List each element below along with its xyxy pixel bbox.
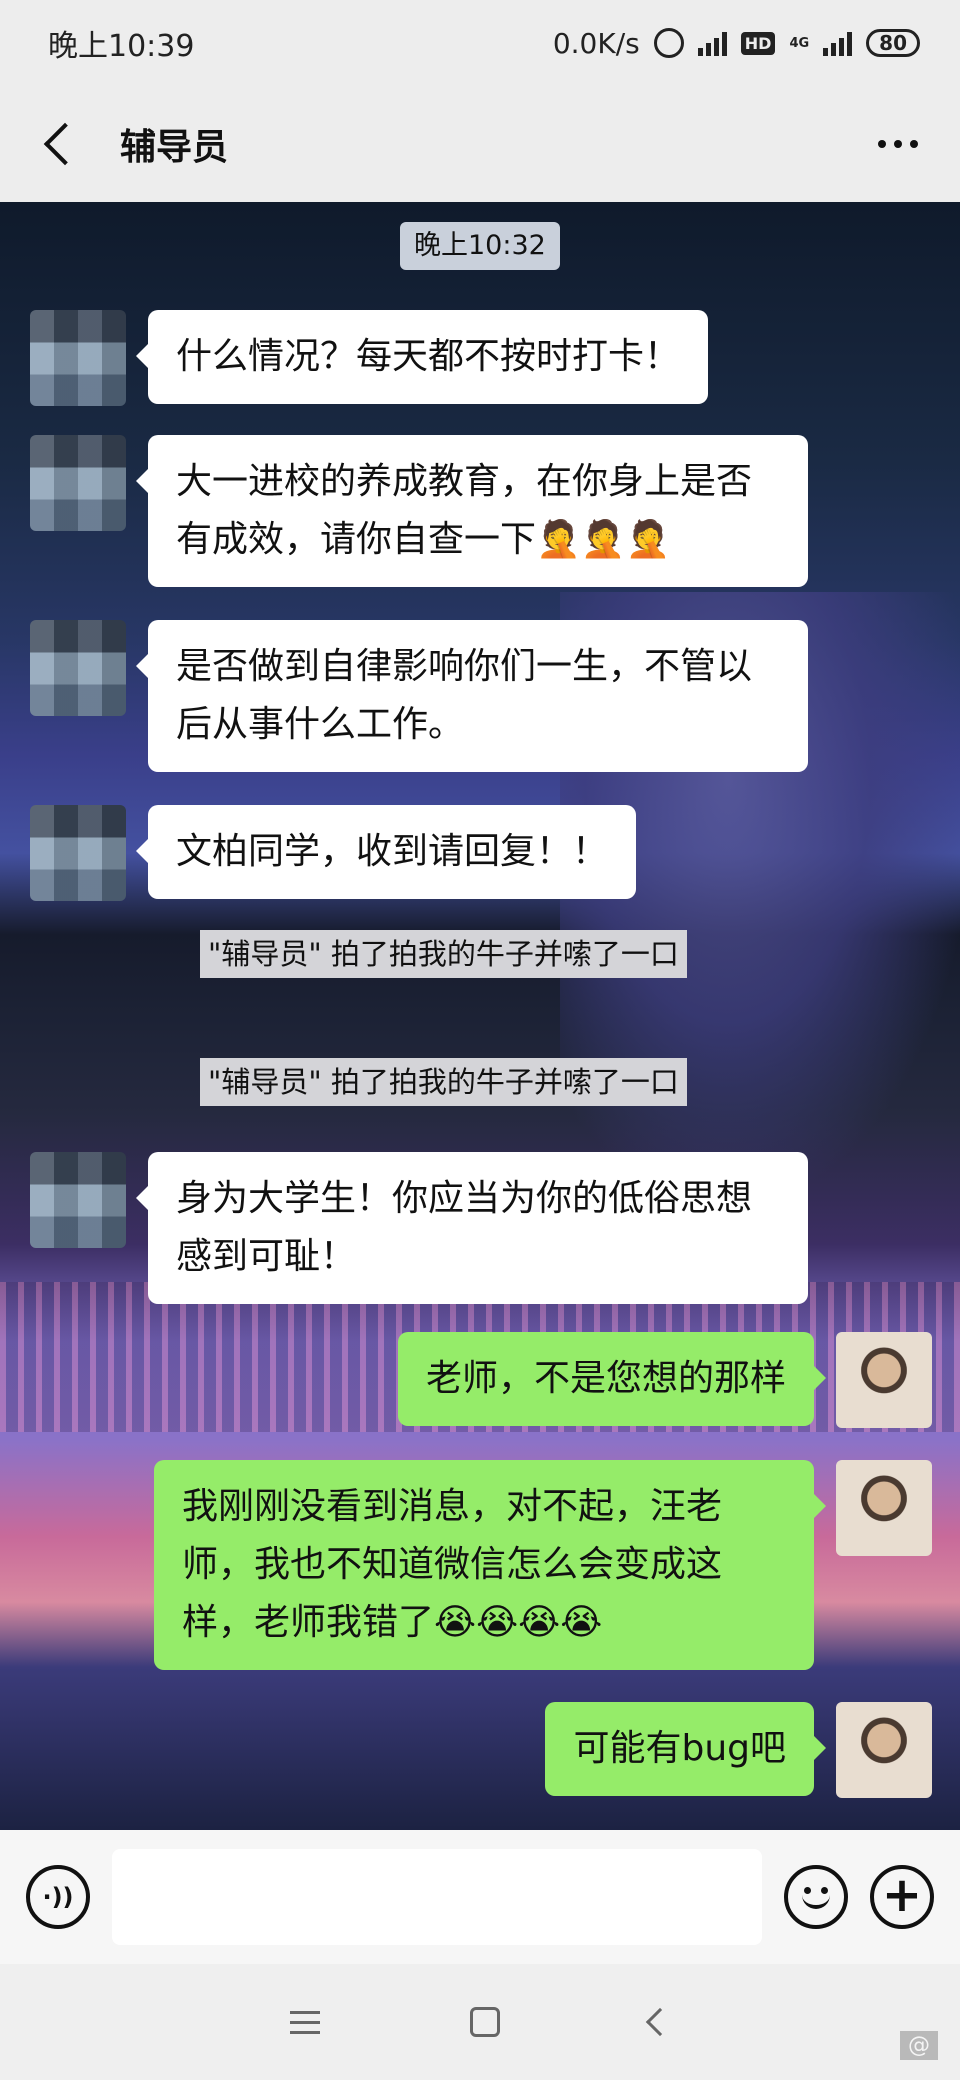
home-icon[interactable]: [470, 2007, 500, 2037]
message-row: 我刚刚没看到消息，对不起，汪老师，我也不知道微信怎么会变成这样，老师我错了😭😭😭…: [154, 1460, 932, 1670]
chat-area[interactable]: 晚上10:32 什么情况？每天都不按时打卡！ 大一进校的养成教育，在你身上是否有…: [0, 202, 960, 1830]
message-row: 可能有bug吧: [545, 1702, 932, 1798]
nav-back-icon[interactable]: [645, 2007, 675, 2037]
emoji-icon[interactable]: [784, 1865, 848, 1929]
message-row: 老师，不是您想的那样: [397, 1332, 932, 1428]
message-row: 身为大学生！你应当为你的低俗思想感到可耻！: [30, 1152, 808, 1304]
contact-avatar[interactable]: [30, 620, 126, 716]
chat-header: 辅导员: [0, 86, 960, 202]
message-bubble[interactable]: 什么情况？每天都不按时打卡！: [135, 310, 709, 404]
network-type: 4G: [789, 35, 810, 51]
message-bubble[interactable]: 是否做到自律影响你们一生，不管以后从事什么工作。: [136, 620, 808, 772]
my-avatar[interactable]: [836, 1460, 932, 1556]
battery-indicator: 80: [866, 29, 920, 57]
signal-icon: [697, 30, 727, 56]
alarm-icon: [653, 28, 684, 58]
status-time: 晚上10:39: [48, 29, 195, 64]
message-bubble[interactable]: 可能有bug吧: [545, 1702, 826, 1796]
watermark: @: [900, 2031, 938, 2060]
system-nav-bar: @: [0, 1964, 960, 2080]
message-bubble[interactable]: 身为大学生！你应当为你的低俗思想感到可耻！: [136, 1152, 808, 1304]
system-notice: "辅导员" 拍了拍我的牛子并嗦了一口: [200, 1058, 687, 1106]
message-row: 什么情况？每天都不按时打卡！: [30, 310, 709, 406]
message-timestamp: 晚上10:32: [400, 222, 560, 270]
back-icon[interactable]: [43, 122, 87, 166]
contact-avatar[interactable]: [30, 805, 126, 901]
message-bubble[interactable]: 大一进校的养成教育，在你身上是否有成效，请你自查一下🤦🤦🤦: [136, 435, 808, 587]
message-bubble[interactable]: 我刚刚没看到消息，对不起，汪老师，我也不知道微信怎么会变成这样，老师我错了😭😭😭…: [154, 1460, 826, 1670]
recent-apps-icon[interactable]: [290, 2010, 320, 2034]
input-bar: ·)) +: [0, 1830, 960, 1964]
my-avatar[interactable]: [836, 1702, 932, 1798]
message-row: 大一进校的养成教育，在你身上是否有成效，请你自查一下🤦🤦🤦: [30, 435, 808, 587]
more-options-icon[interactable]: [878, 140, 918, 148]
my-avatar[interactable]: [836, 1332, 932, 1428]
message-row: 是否做到自律影响你们一生，不管以后从事什么工作。: [30, 620, 808, 772]
message-bubble[interactable]: 老师，不是您想的那样: [397, 1332, 827, 1426]
voice-icon[interactable]: ·)): [26, 1865, 90, 1929]
plus-icon[interactable]: +: [870, 1865, 934, 1929]
signal-4g-icon: [823, 30, 853, 56]
contact-avatar[interactable]: [30, 435, 126, 531]
message-input[interactable]: [112, 1849, 762, 1945]
status-indicators: 0.0K/s HD 4G 80: [553, 27, 920, 60]
system-notice: "辅导员" 拍了拍我的牛子并嗦了一口: [200, 930, 687, 978]
hd-badge: HD: [740, 31, 776, 55]
message-bubble[interactable]: 文柏同学，收到请回复！！: [135, 805, 637, 899]
chat-title: 辅导员: [120, 127, 229, 168]
contact-avatar[interactable]: [30, 1152, 126, 1248]
contact-avatar[interactable]: [30, 310, 126, 406]
status-bar: 晚上10:39 0.0K/s HD 4G 80: [0, 0, 960, 86]
network-speed: 0.0K/s: [552, 26, 640, 60]
message-row: 文柏同学，收到请回复！！: [30, 805, 637, 901]
